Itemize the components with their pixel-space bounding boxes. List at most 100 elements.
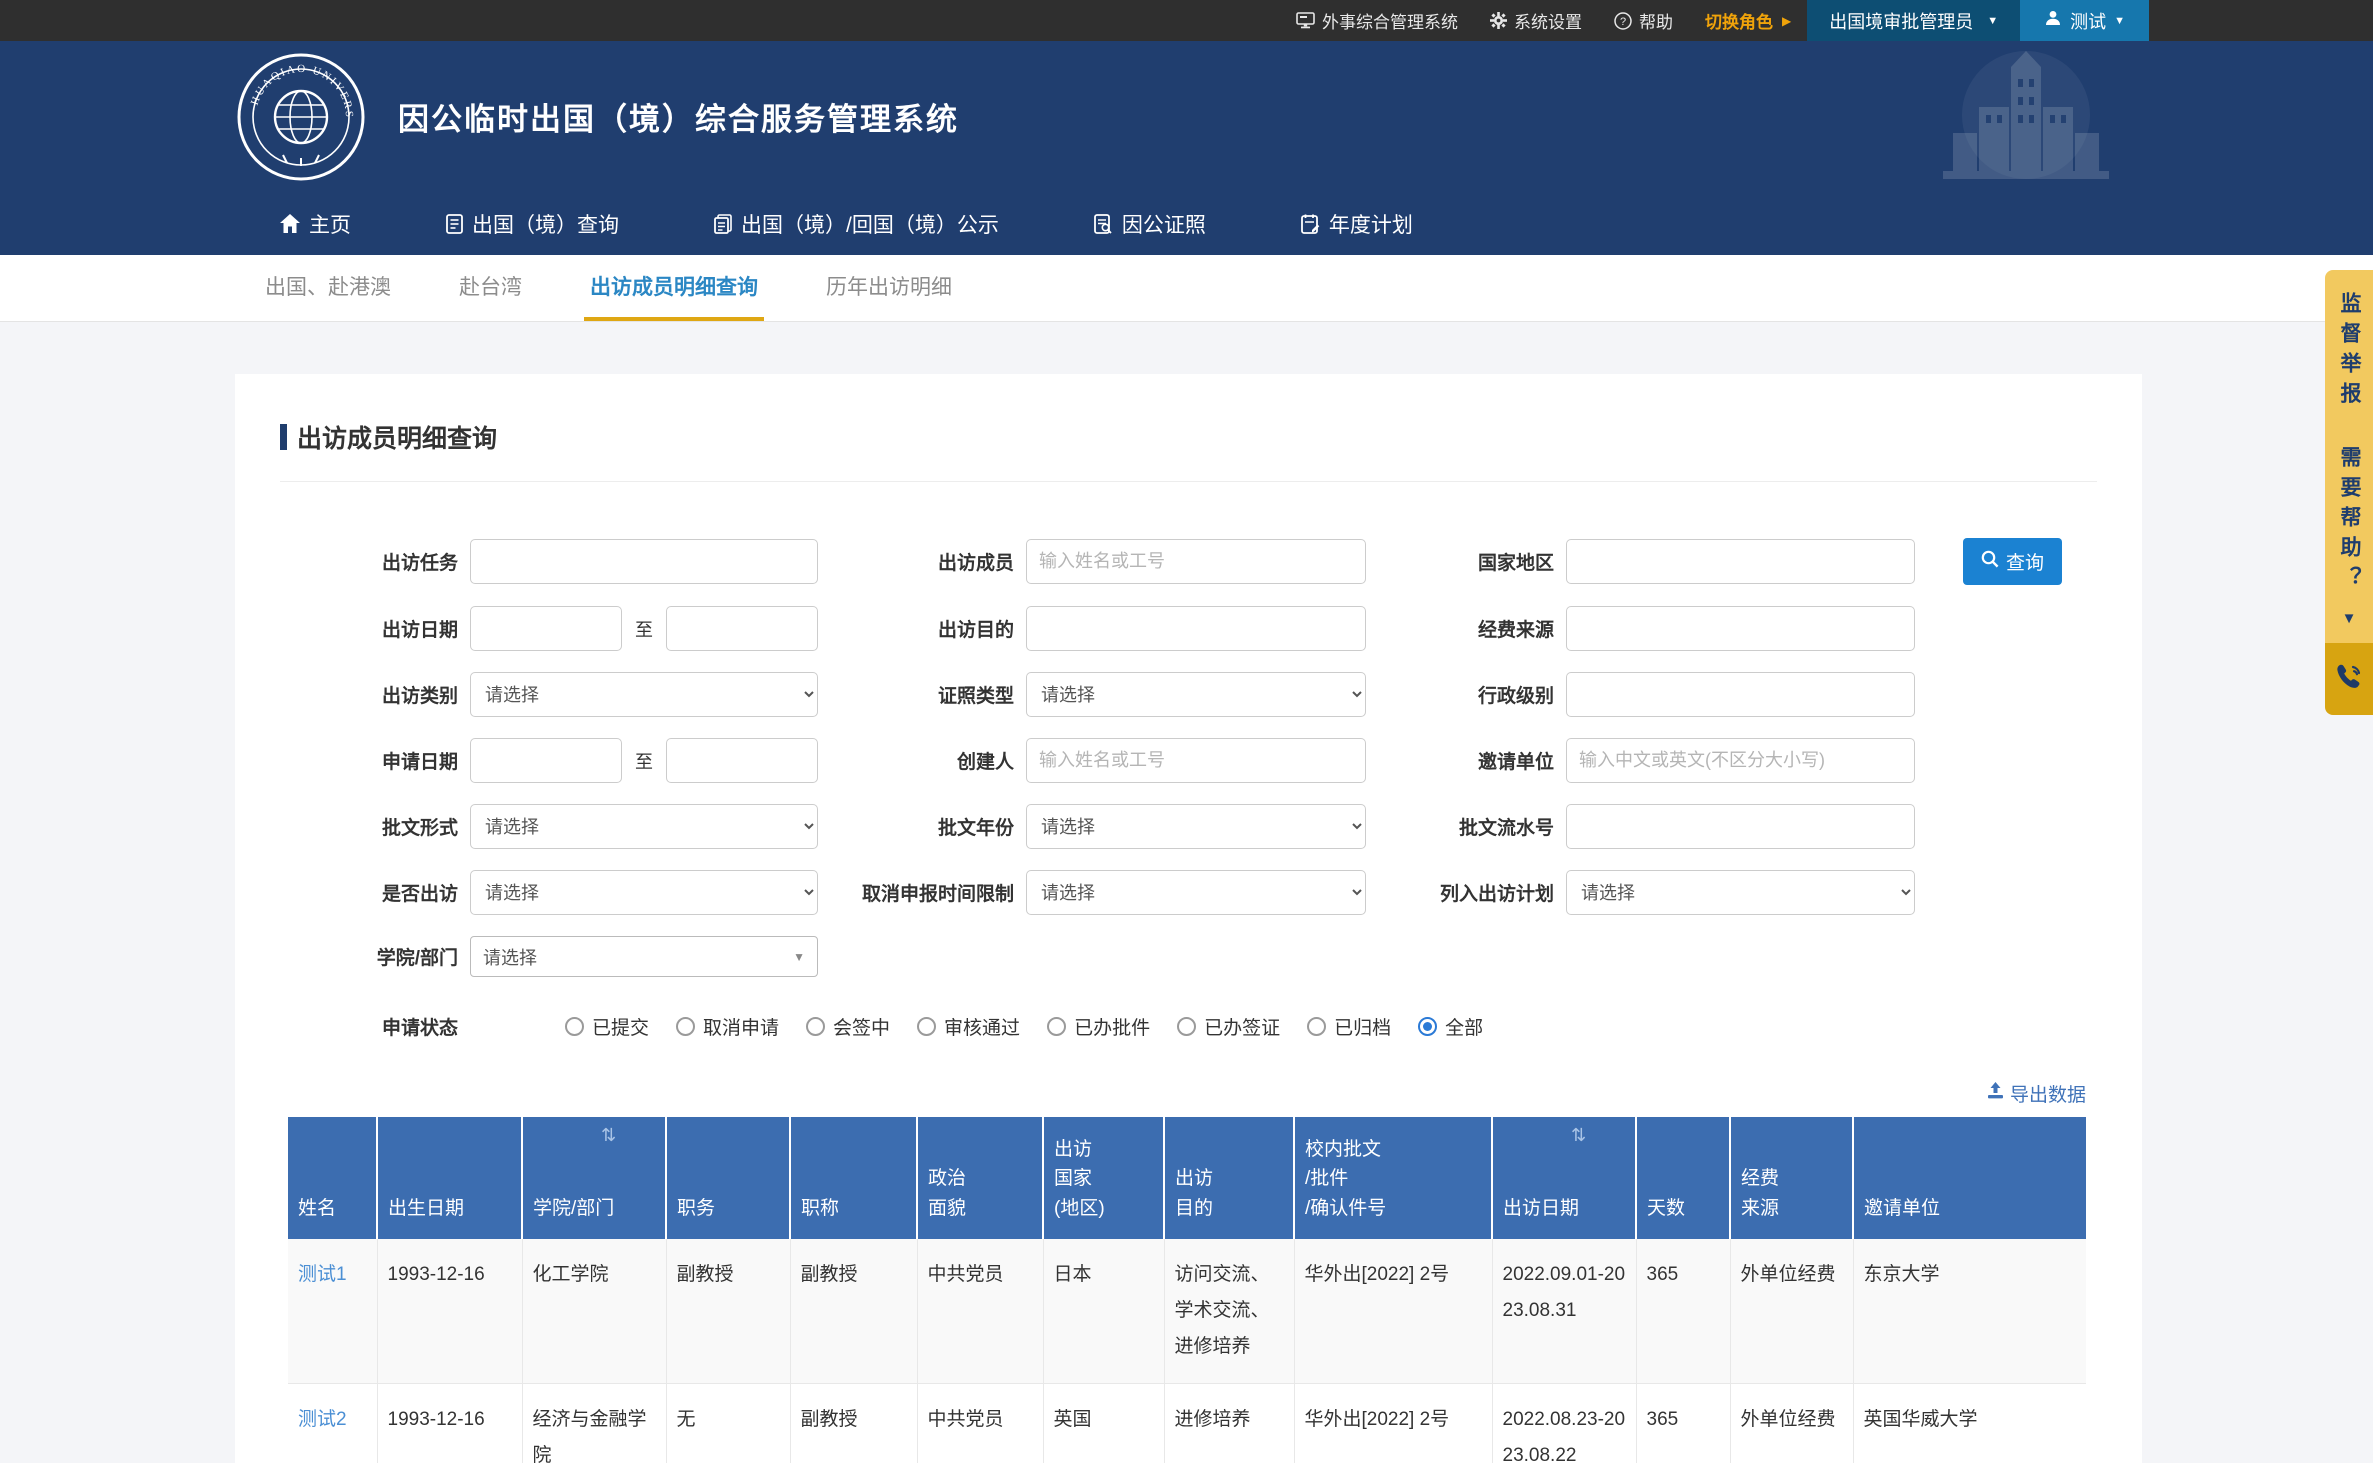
current-role-label: 出国境审批管理员 [1829,8,1973,34]
visit-task-input[interactable] [470,539,818,584]
field-label: 国家地区 [1366,548,1566,575]
field-label: 经费来源 [1366,615,1566,642]
table-header-cell: 经费 来源 [1730,1117,1853,1239]
funding-source-input[interactable] [1566,606,1915,651]
svg-text:?: ? [1620,16,1626,28]
passport-type-select[interactable]: 请选择 [1026,672,1366,717]
approval-form-select[interactable]: 请选择 [470,804,818,849]
topbar-settings-link[interactable]: 系统设置 [1474,0,1598,41]
nav-item-publicity[interactable]: 出国（境）/回国（境）公示 [714,209,999,239]
tab-taiwan[interactable]: 赴台湾 [453,255,528,321]
status-radio-8[interactable]: 全部 [1418,1013,1483,1040]
current-role-dropdown[interactable]: 出国境审批管理员 ▼ [1807,0,2020,41]
status-radio-2[interactable]: 取消申请 [676,1013,779,1040]
supervision-report-link[interactable]: 监督举报 [2334,292,2364,412]
table-header-cell: 天数 [1636,1117,1730,1239]
need-help-link[interactable]: 需要帮助？ [2334,446,2364,596]
topbar-system-link[interactable]: 外事综合管理系统 [1280,0,1474,41]
table-row: 测试11993-12-16化工学院副教授副教授中共党员日本访问交流、学术交流、进… [288,1239,2086,1384]
table-cell: 英国华威大学 [1853,1384,2086,1463]
topbar-help-link[interactable]: ? 帮助 [1598,0,1689,41]
field-label: 行政级别 [1366,681,1566,708]
field-label: 批文年份 [818,813,1026,840]
apply-date-start-input[interactable] [470,738,622,783]
visit-date-end-input[interactable] [666,606,818,651]
table-row: 测试21993-12-16经济与金融学院无副教授中共党员英国进修培养华外出[20… [288,1384,2086,1463]
approval-year-select[interactable]: 请选择 [1026,804,1366,849]
document-search-icon [1094,214,1113,234]
status-radio-5[interactable]: 已办批件 [1047,1013,1150,1040]
monitor-icon [1296,12,1315,29]
table-cell: 外单位经费 [1730,1384,1853,1463]
table-header-cell: 职务 [666,1117,790,1239]
chevron-down-icon[interactable]: ▼ [2342,610,2357,627]
user-menu[interactable]: 测试 ▼ [2020,0,2149,41]
form-row: 是否出访 请选择 取消申报时间限制 请选择 列入出访计划 请选择 [280,870,2097,915]
nav-item-official-passport[interactable]: 因公证照 [1094,209,1206,239]
status-radio-7[interactable]: 已归档 [1307,1013,1391,1040]
radio-dot [1307,1017,1326,1036]
form-row: 批文形式 请选择 批文年份 请选择 批文流水号 [280,804,2097,849]
table-cell: 进修培养 [1164,1384,1294,1463]
visit-member-input[interactable] [1026,539,1366,584]
hotline-phone-button[interactable] [2325,643,2373,715]
status-radio-4[interactable]: 审核通过 [917,1013,1020,1040]
table-cell: 访问交流、学术交流、进修培养 [1164,1239,1294,1384]
field-label: 出访任务 [280,548,470,575]
home-icon [280,214,300,233]
field-label: 出访成员 [818,548,1026,575]
member-name-link[interactable]: 测试2 [298,1409,347,1430]
form-row: 申请日期 至 创建人 邀请单位 [280,738,2097,783]
department-select[interactable]: 请选择 ▼ [470,936,818,977]
creator-input[interactable] [1026,738,1366,783]
status-radio-1[interactable]: 已提交 [565,1013,649,1040]
visit-category-select[interactable]: 请选择 [470,672,818,717]
apply-date-end-input[interactable] [666,738,818,783]
country-region-input[interactable] [1566,539,1915,584]
sub-tab-bar: 出国、赴港澳 赴台湾 出访成员明细查询 历年出访明细 [0,255,2373,322]
admin-level-input[interactable] [1566,672,1915,717]
table-header-cell: 出访 国家 (地区) [1043,1117,1164,1239]
nav-item-label: 年度计划 [1329,209,1413,239]
export-data-link[interactable]: 导出数据 [1986,1080,2086,1107]
top-utility-bar: 外事综合管理系统 系统设置 ? 帮助 切换角色 ▶ 出国境审批管理员 ▼ 测试 … [0,0,2373,41]
radio-dot [565,1017,584,1036]
member-name-cell: 测试2 [288,1384,377,1463]
in-plan-select[interactable]: 请选择 [1566,870,1915,915]
radio-label: 已办签证 [1204,1013,1280,1040]
document-stack-icon [714,214,732,234]
table-cell: 副教授 [790,1239,917,1384]
table-header-cell[interactable]: 出访日期⇅ [1492,1117,1636,1239]
sort-arrows-icon[interactable]: ⇅ [601,1125,616,1146]
radio-dot [806,1017,825,1036]
member-name-link[interactable]: 测试1 [298,1264,347,1285]
radio-label: 已归档 [1334,1013,1391,1040]
status-radio-6[interactable]: 已办签证 [1177,1013,1280,1040]
tab-member-detail-query[interactable]: 出访成员明细查询 [584,255,764,321]
tab-abroad-hkmacau[interactable]: 出国、赴港澳 [259,255,397,321]
table-cell: 2022.09.01-2023.08.31 [1492,1239,1636,1384]
table-cell: 英国 [1043,1384,1164,1463]
inviting-unit-input[interactable] [1566,738,1915,783]
nav-item-home[interactable]: 主页 [280,209,351,239]
switch-role-button[interactable]: 切换角色 ▶ [1689,0,1807,41]
visit-purpose-input[interactable] [1026,606,1366,651]
sort-arrows-icon[interactable]: ⇅ [1571,1125,1586,1146]
is-visited-select[interactable]: 请选择 [470,870,818,915]
cancel-limit-select[interactable]: 请选择 [1026,870,1366,915]
nav-item-annual-plan[interactable]: 年度计划 [1301,209,1413,239]
visit-date-start-input[interactable] [470,606,622,651]
university-logo: HUAQIAO UNIVERSITY [235,51,367,183]
table-header-cell: 职称 [790,1117,917,1239]
status-radio-3[interactable]: 会签中 [806,1013,890,1040]
search-button[interactable]: 查询 [1963,538,2062,585]
field-label: 批文形式 [280,813,470,840]
table-cell: 无 [666,1384,790,1463]
table-header-cell[interactable]: 学院/部门⇅ [522,1117,666,1239]
tab-history-visits[interactable]: 历年出访明细 [820,255,958,321]
nav-item-label: 出国（境）查询 [472,209,619,239]
document-list-icon [446,214,463,234]
radio-label: 已办批件 [1074,1013,1150,1040]
approval-serial-input[interactable] [1566,804,1915,849]
nav-item-abroad-query[interactable]: 出国（境）查询 [446,209,619,239]
